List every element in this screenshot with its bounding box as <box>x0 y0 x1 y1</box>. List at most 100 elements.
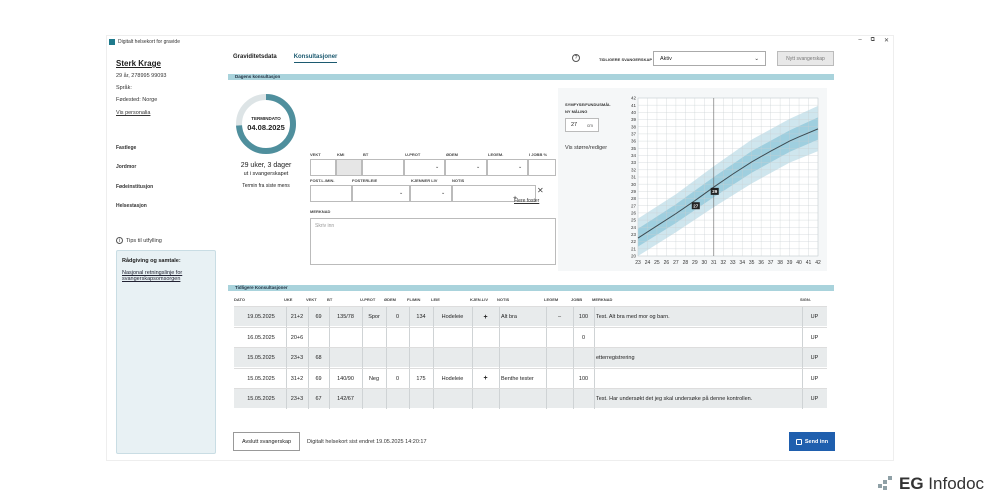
uprot-select[interactable]: ⌄ <box>404 159 445 176</box>
x-tick-label: 23 <box>635 260 641 266</box>
fosterleie-select[interactable]: ⌄ <box>352 185 410 202</box>
y-tick-label: 41 <box>631 103 637 108</box>
table-cell: 0 <box>581 334 586 341</box>
sidebar-item-helsestasjon[interactable]: Helsestasjon <box>116 203 147 209</box>
window-title: Digitalt helsekort for gravide <box>118 38 180 45</box>
symfyse-panel: SYMFYSE/FUNDUSMÅL NY MÅLING 27 cm Vis st… <box>558 88 827 271</box>
kjenner-liv-select[interactable]: ⌄ <box>410 185 452 202</box>
symfyse-growth-chart: 23 24 25 26 27 28 29 30 31 32 33 34 35 36 37 38 39 40 41 42… <box>631 96 821 266</box>
table-cell: 15.05.2025 <box>247 375 275 382</box>
table-cell <box>594 328 802 348</box>
x-tick-label: 40 <box>796 260 802 266</box>
table-cell <box>362 348 386 368</box>
odem-select[interactable]: ⌄ <box>445 159 487 176</box>
table-cell: 100 <box>578 375 589 382</box>
table-cell: 21+2 <box>290 314 304 320</box>
table-cell <box>546 348 573 368</box>
sidebar-item-fodeinstitusjon[interactable]: Fødeinstitusjon <box>116 184 153 190</box>
x-tick-label: 35 <box>749 260 755 266</box>
app-window: Digitalt helsekort for gravide – ⧉ ✕ Ste… <box>107 36 893 460</box>
table-cell: 23+3 <box>290 396 304 402</box>
sidebar-item-jordmor[interactable]: Jordmor <box>116 164 136 170</box>
jobb-input[interactable] <box>528 159 556 176</box>
table-cell: + <box>483 313 488 321</box>
close-button[interactable]: ✕ <box>884 37 889 44</box>
table-cell <box>386 348 409 368</box>
legem-select[interactable]: ⌄ <box>487 159 528 176</box>
advice-title: Rådgiving og samtale: <box>122 258 181 264</box>
table-cell: UP <box>810 396 819 402</box>
x-tick-label: 32 <box>720 260 726 266</box>
merknad-textarea[interactable]: Skriv inn <box>310 218 556 265</box>
y-tick-label: 35 <box>631 146 637 151</box>
x-tick-label: 30 <box>702 260 708 266</box>
table-cell <box>433 328 472 348</box>
flere-foster-link[interactable]: Flere foster <box>514 198 539 204</box>
x-tick-label: 26 <box>664 260 670 266</box>
send-inn-label: Send inn <box>804 438 829 445</box>
table-cell <box>409 348 433 368</box>
vekt-input[interactable] <box>310 159 336 176</box>
y-tick-label: 38 <box>631 124 637 129</box>
table-cell: 16.05.2025 <box>247 334 275 341</box>
table-cell: 69 <box>315 314 322 320</box>
table-cell: UP <box>810 314 819 320</box>
history-section-header: Tidligere Konsultasjoner <box>228 285 834 291</box>
kmi-label: KMI <box>337 152 345 157</box>
fostl-input[interactable] <box>310 185 352 202</box>
end-pregnancy-button[interactable]: Avslutt svangerskap <box>233 432 300 451</box>
bt-label: BT <box>363 152 369 157</box>
table-row[interactable]: 15.05.2025 31+2 69 140/90 Neg 0 175 Hodeleie + Be… <box>234 367 827 389</box>
table-cell: Spor <box>368 314 380 320</box>
tips-link[interactable]: i Tips til utfylling <box>116 237 162 244</box>
x-tick-label: 39 <box>787 260 793 266</box>
send-inn-button[interactable]: Send inn <box>789 432 835 451</box>
maximize-button[interactable]: ⧉ <box>871 37 875 44</box>
chevron-down-icon: ⌄ <box>476 164 481 170</box>
x-tick-label: 38 <box>777 260 783 266</box>
y-tick-label: 37 <box>631 132 637 137</box>
kmi-field <box>336 159 362 176</box>
table-row[interactable]: 15.05.2025 23+3 67 142/67 Test. Har undersøk… <box>234 388 827 409</box>
patient-sidebar: Sterk Krage 29 år, 278995 99093 Språk: F… <box>107 48 223 460</box>
previous-pregnancy-value: Aktiv <box>660 56 672 62</box>
table-cell: – <box>557 314 562 320</box>
table-cell <box>499 389 546 409</box>
measurement-label: 29 <box>712 189 718 194</box>
minimize-button[interactable]: – <box>858 37 861 44</box>
y-tick-label: 27 <box>631 203 637 208</box>
x-tick-label: 37 <box>768 260 774 266</box>
history-header-row: DATO UKE VEKT BT U-PROT ØDEM FL/MIN LEIE KJEN.LI… <box>234 297 827 306</box>
table-cell <box>433 348 472 368</box>
bt-input[interactable] <box>362 159 404 176</box>
tab-graviditetsdata[interactable]: Graviditetsdata <box>233 54 277 63</box>
new-pregnancy-button[interactable]: Nytt svangerskap <box>777 51 834 66</box>
previous-pregnancy-label: TIDLIGERE SVANGERSKAP <box>599 57 653 62</box>
table-cell: Alt bra <box>501 314 517 320</box>
jobb-label: I JOBB % <box>529 152 548 157</box>
table-row[interactable]: 16.05.2025 20+6 0 UP <box>234 326 827 348</box>
chevron-down-icon: ⌄ <box>518 164 523 170</box>
table-row[interactable]: 15.05.2025 23+3 68 etterregistrering UP <box>234 347 827 368</box>
patient-name[interactable]: Sterk Krage <box>116 59 161 68</box>
vis-personalia-link[interactable]: Vis personalia <box>116 110 150 116</box>
guideline-link[interactable]: Nasjonal retningslinje for svangerskapso… <box>122 270 210 282</box>
x-tick-label: 28 <box>683 260 689 266</box>
table-row[interactable]: 19.05.2025 21+2 69 135/78 Spor 0 134 Hodeleie + A… <box>234 306 827 327</box>
y-tick-label: 31 <box>631 175 637 180</box>
previous-pregnancy-select[interactable]: Aktiv ⌄ <box>653 51 766 66</box>
y-tick-label: 42 <box>631 96 637 101</box>
column-header: UKE <box>284 297 293 302</box>
column-header: MERKNAD <box>592 297 613 302</box>
column-header: NOTIS <box>497 297 510 302</box>
info-icon: i <box>116 237 123 244</box>
help-icon[interactable]: ? <box>572 54 580 62</box>
table-cell: + <box>483 375 488 382</box>
table-cell <box>573 348 594 368</box>
sidebar-item-fastlege[interactable]: Fastlege <box>116 145 136 151</box>
remove-fetus-icon[interactable]: ✕ <box>537 186 544 195</box>
tab-konsultasjoner[interactable]: Konsultasjoner <box>293 54 338 63</box>
patient-birthplace: Fødested: Norge <box>116 97 158 103</box>
column-header: LEGEM <box>544 297 559 302</box>
tips-label: Tips til utfylling <box>126 237 162 244</box>
